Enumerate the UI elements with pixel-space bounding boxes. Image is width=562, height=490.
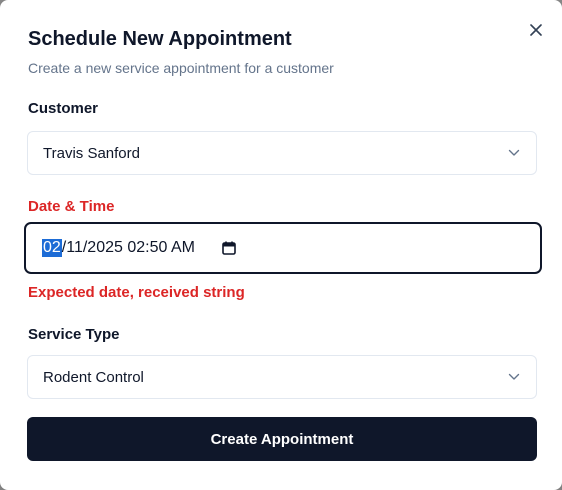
datetime-label: Date & Time (28, 198, 115, 215)
datetime-rest-value: /11/2025 02:50 AM (61, 239, 195, 256)
dialog-subtitle: Create a new service appointment for a c… (28, 60, 334, 76)
close-button[interactable] (526, 20, 546, 40)
schedule-appointment-dialog: Schedule New Appointment Create a new se… (0, 0, 562, 490)
datetime-month-segment[interactable]: 02 (42, 239, 62, 257)
create-appointment-button[interactable]: Create Appointment (27, 417, 537, 461)
dialog-title: Schedule New Appointment (28, 28, 292, 50)
customer-label: Customer (28, 100, 99, 117)
datetime-error-message: Expected date, received string (28, 284, 245, 301)
datetime-input[interactable]: 02/11/2025 02:50 AM (24, 222, 542, 274)
close-icon (530, 24, 542, 36)
service-type-label: Service Type (28, 326, 120, 343)
chevron-down-icon (508, 149, 520, 156)
chevron-down-icon (508, 373, 520, 380)
calendar-picker-button[interactable] (222, 241, 236, 255)
service-type-select-value: Rodent Control (43, 368, 144, 386)
customer-select-value: Travis Sanford (43, 144, 140, 162)
calendar-icon (222, 241, 236, 255)
customer-select[interactable]: Travis Sanford (27, 131, 537, 175)
service-type-select[interactable]: Rodent Control (27, 355, 537, 399)
